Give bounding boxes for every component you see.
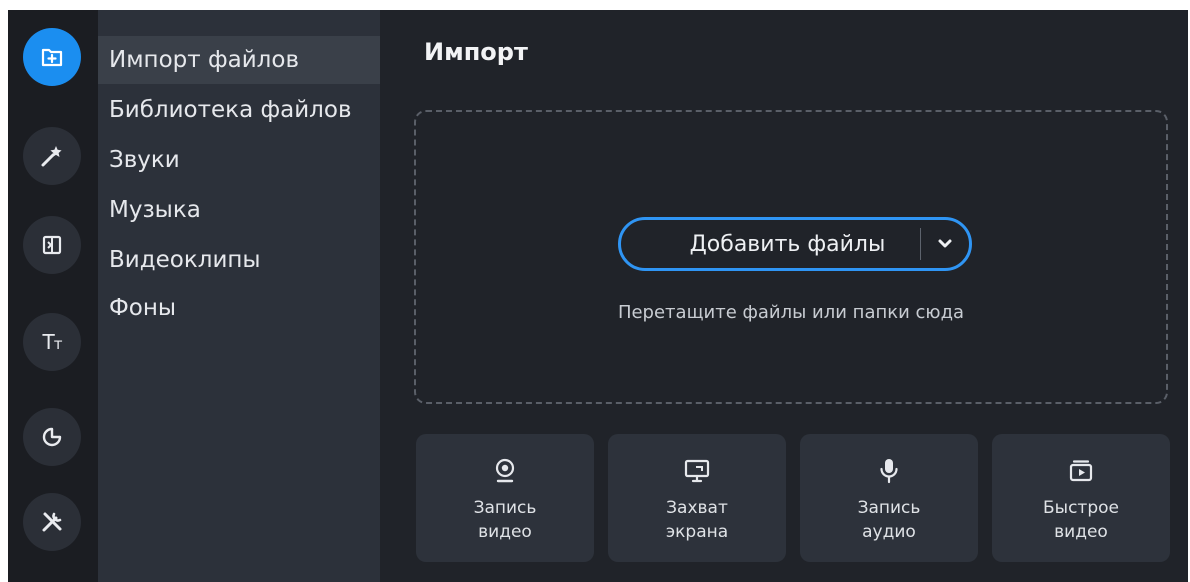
tools-icon — [42, 512, 62, 532]
add-files-button[interactable]: Добавить файлы — [618, 217, 972, 271]
rail-import-button[interactable] — [23, 28, 81, 86]
category-import-files[interactable]: Импорт файлов — [98, 36, 380, 84]
transitions-icon — [42, 235, 62, 255]
webcam-icon — [493, 456, 517, 486]
magic-wand-icon — [41, 146, 62, 167]
screen-capture-button[interactable]: Захват экрана — [608, 434, 786, 562]
rail-tools-button[interactable] — [23, 493, 81, 551]
category-music[interactable]: Музыка — [98, 186, 380, 234]
record-video-button[interactable]: Запись видео — [416, 434, 594, 562]
titles-icon: Tт — [42, 330, 63, 354]
quick-video-button[interactable]: Быстрое видео — [992, 434, 1170, 562]
category-sounds[interactable]: Звуки — [98, 136, 380, 184]
rail-stickers-button[interactable] — [23, 408, 81, 466]
stickers-icon — [42, 427, 62, 447]
import-panel: Импорт Добавить файлы Перетащите файлы и… — [380, 10, 1188, 582]
record-audio-label: Запись аудио — [857, 498, 921, 542]
category-list: Импорт файлов Библиотека файлов Звуки Му… — [98, 10, 380, 582]
category-video-clips[interactable]: Видеоклипы — [98, 236, 380, 284]
microphone-icon — [878, 456, 900, 486]
screen-capture-icon — [683, 456, 711, 486]
category-file-library[interactable]: Библиотека файлов — [98, 86, 380, 134]
add-files-dropdown[interactable] — [921, 238, 969, 250]
video-editor-window: Tт Импорт файлов Библиотека файлов Звуки… — [8, 10, 1188, 582]
add-files-icon — [41, 48, 63, 67]
rail-transitions-button[interactable] — [23, 216, 81, 274]
rail-effects-button[interactable] — [23, 127, 81, 185]
quick-video-icon — [1068, 456, 1094, 486]
chevron-down-icon — [938, 239, 952, 248]
drop-zone[interactable]: Добавить файлы Перетащите файлы или папк… — [414, 110, 1168, 404]
category-backgrounds[interactable]: Фоны — [98, 284, 380, 332]
drop-hint: Перетащите файлы или папки сюда — [617, 302, 965, 323]
record-video-label: Запись видео — [473, 498, 537, 542]
record-audio-button[interactable]: Запись аудио — [800, 434, 978, 562]
rail-titles-button[interactable]: Tт — [23, 313, 81, 371]
tool-rail: Tт — [8, 10, 98, 582]
screen-capture-label: Захват экрана — [665, 498, 729, 542]
panel-title: Импорт — [424, 38, 528, 66]
quick-video-label: Быстрое видео — [1043, 498, 1119, 542]
add-files-label: Добавить файлы — [689, 231, 886, 257]
